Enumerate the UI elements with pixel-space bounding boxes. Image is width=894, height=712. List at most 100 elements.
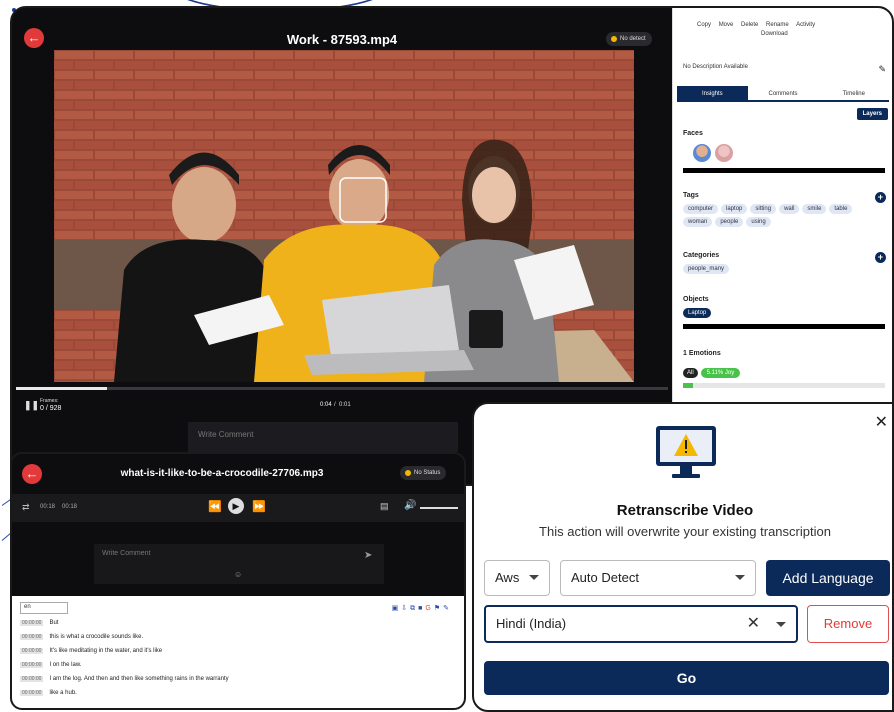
transcript-line[interactable]: 00:00:00 It's like meditating in the wate… bbox=[20, 648, 162, 654]
transcript-line[interactable]: 00:00:00 like a hub. bbox=[20, 690, 77, 696]
timeline-progress bbox=[16, 387, 108, 390]
status-dropdown[interactable]: No detect bbox=[606, 32, 652, 46]
video-title: Work - 87593.mp4 bbox=[286, 32, 398, 47]
copy-icon[interactable]: ⧉ bbox=[410, 605, 418, 612]
comment-input[interactable]: Write Comment bbox=[188, 422, 458, 452]
objects-title: Objects bbox=[683, 296, 709, 303]
move-button[interactable]: Move bbox=[719, 22, 734, 28]
chevron-down-icon bbox=[735, 575, 745, 580]
language-select[interactable]: Hindi (India) ✕ bbox=[484, 605, 798, 643]
status-dropdown[interactable]: No Status bbox=[400, 466, 447, 480]
video-frame[interactable] bbox=[54, 50, 634, 382]
modal-subtitle: This action will overwrite your existing… bbox=[539, 524, 831, 539]
layers-button[interactable]: Layers bbox=[856, 108, 888, 120]
remove-button[interactable]: Remove bbox=[807, 605, 889, 643]
transcript-text: I on the law. bbox=[49, 662, 82, 668]
add-language-button[interactable]: Add Language bbox=[766, 560, 890, 596]
chevron-down-icon bbox=[776, 622, 786, 627]
transcript-line[interactable]: 00:00:00 this is what a crocodile sounds … bbox=[20, 634, 143, 640]
activity-button[interactable]: Activity bbox=[796, 22, 815, 28]
transcript-tools: ▣⇩⧉■G⚑✎ bbox=[392, 604, 452, 613]
play-icon[interactable]: ▶ bbox=[228, 498, 244, 514]
time-current: 0:04 bbox=[320, 402, 332, 408]
emoji-icon[interactable]: ☺ bbox=[234, 570, 242, 579]
audio-title: what-is-it-like-to-be-a-crocodile-27706.… bbox=[120, 468, 324, 479]
add-category-icon[interactable]: + bbox=[875, 252, 886, 263]
timestamp: 00:00:00 bbox=[20, 676, 44, 682]
description-text: No Description Available bbox=[683, 64, 748, 70]
clear-icon[interactable]: ✕ bbox=[747, 607, 760, 641]
tab-comments[interactable]: Comments bbox=[748, 86, 819, 100]
send-icon[interactable]: ➤ bbox=[364, 550, 372, 561]
transcript-text: It's like meditating in the water, and i… bbox=[49, 648, 163, 654]
transcript-line[interactable]: 00:00:00 I am the log. And then and then … bbox=[20, 676, 229, 682]
tab-insights[interactable]: Insights bbox=[677, 86, 748, 100]
objects-list: Laptop bbox=[683, 308, 883, 318]
tag-chip[interactable]: computer bbox=[683, 204, 719, 214]
timestamp: 00:00:00 bbox=[20, 620, 44, 626]
warning-monitor-icon bbox=[656, 426, 716, 478]
copy-button[interactable]: Copy bbox=[697, 22, 711, 28]
emotion-timeline-bar bbox=[683, 383, 885, 388]
tag-chip[interactable]: woman bbox=[683, 217, 713, 227]
tab-timeline[interactable]: Timeline bbox=[818, 86, 889, 100]
language-value: Hindi (India) bbox=[496, 616, 567, 631]
tag-chip[interactable]: table bbox=[829, 204, 853, 214]
tags-title: Tags bbox=[683, 192, 699, 199]
audio-controls: ⇄ 00:18 00:18 ⏪ ▶ ⏩ ▤ 🔊 bbox=[12, 494, 464, 522]
faces-timeline-bar bbox=[683, 168, 885, 173]
face-thumbnail[interactable] bbox=[693, 144, 711, 162]
caption-icon[interactable]: ▤ bbox=[380, 501, 389, 512]
tag-chip[interactable]: smile bbox=[802, 204, 827, 214]
download-icon[interactable]: ⇩ bbox=[401, 605, 410, 612]
tag-chip[interactable]: wall bbox=[779, 204, 800, 214]
detect-select[interactable]: Auto Detect bbox=[560, 560, 756, 596]
tag-chip[interactable]: laptop bbox=[721, 204, 748, 214]
tag-chip[interactable]: sitting bbox=[750, 204, 777, 214]
transcript-line[interactable]: 00:00:00 I on the law. bbox=[20, 662, 82, 668]
close-icon[interactable]: ✕ bbox=[875, 412, 888, 432]
transcript-text: I am the log. And then and then like som… bbox=[49, 676, 229, 682]
video-timeline[interactable] bbox=[16, 387, 668, 390]
pause-icon[interactable]: ❚❚ bbox=[24, 400, 39, 411]
transcript-text: like a hub. bbox=[49, 690, 77, 696]
categories-title: Categories bbox=[683, 252, 720, 259]
panel-tabs: Insights Comments Timeline bbox=[677, 86, 889, 102]
modal-title: Retranscribe Video bbox=[616, 502, 754, 519]
flag-icon[interactable]: ⚑ bbox=[434, 605, 443, 612]
emotion-bar-fill bbox=[683, 383, 694, 388]
google-icon[interactable]: G bbox=[425, 605, 433, 612]
download-button[interactable]: Download bbox=[761, 31, 788, 37]
emotion-joy-chip[interactable]: 5.11% Joy bbox=[700, 368, 741, 378]
forward-icon[interactable]: ⏩ bbox=[252, 500, 266, 513]
face-thumbnail[interactable] bbox=[715, 144, 733, 162]
edit-icon[interactable]: ✎ bbox=[443, 605, 452, 612]
object-chip[interactable]: Laptop bbox=[683, 308, 712, 318]
transcript-line[interactable]: 00:00:00 But bbox=[20, 620, 58, 626]
delete-button[interactable]: Delete bbox=[741, 22, 758, 28]
rewind-icon[interactable]: ⏪ bbox=[208, 500, 222, 513]
provider-select[interactable]: Aws bbox=[484, 560, 550, 596]
timestamp: 00:00:00 bbox=[20, 634, 44, 640]
tag-chip[interactable]: using bbox=[746, 217, 771, 227]
rename-button[interactable]: Rename bbox=[766, 22, 789, 28]
tag-chip[interactable]: people bbox=[715, 217, 744, 227]
tags-list: computer laptop sitting wall smile table… bbox=[683, 204, 883, 227]
retranscribe-modal: ✕ Retranscribe Video This action will ov… bbox=[472, 402, 894, 712]
shuffle-icon[interactable]: ⇄ bbox=[22, 502, 30, 513]
go-button[interactable]: Go bbox=[484, 661, 889, 695]
file-toolbar: Copy Move Delete Rename Activity Downloa… bbox=[687, 22, 887, 37]
volume-icon[interactable]: 🔊 bbox=[404, 500, 416, 511]
language-select[interactable]: en bbox=[20, 602, 68, 614]
volume-slider[interactable] bbox=[420, 507, 458, 509]
transcript-text: But bbox=[49, 620, 59, 626]
transcript-text: this is what a crocodile sounds like. bbox=[49, 634, 144, 640]
category-chip[interactable]: people_many bbox=[683, 264, 730, 274]
faces-title: Faces bbox=[683, 130, 703, 137]
edit-pencil-icon[interactable]: ✎ bbox=[878, 64, 886, 75]
video-scene-image bbox=[54, 50, 634, 382]
emotion-all-chip[interactable]: All bbox=[683, 368, 698, 378]
timestamp: 00:00:00 bbox=[20, 690, 44, 696]
add-tag-icon[interactable]: + bbox=[875, 192, 886, 203]
toolbar-icon[interactable]: ▣ bbox=[392, 605, 402, 612]
